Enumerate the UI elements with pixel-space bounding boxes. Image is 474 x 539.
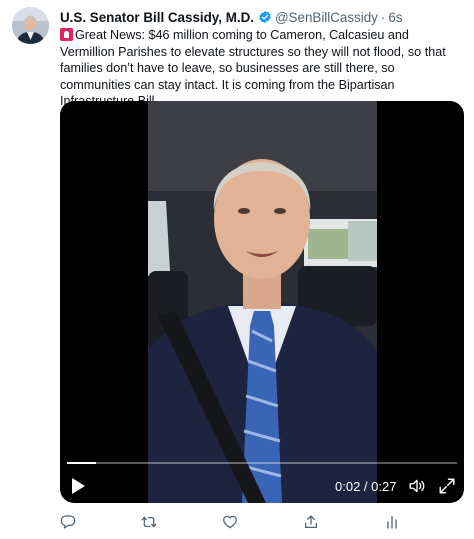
share-icon[interactable] — [303, 514, 319, 530]
video-progress-bar[interactable] — [67, 462, 457, 464]
siren-emoji-icon — [60, 28, 73, 41]
tweet-body: Great News: $46 million coming to Camero… — [60, 28, 446, 108]
verified-badge-icon — [258, 10, 272, 24]
tweet-timestamp[interactable]: 6s — [388, 10, 402, 25]
analytics-icon[interactable] — [384, 514, 400, 530]
tweet-header: U.S. Senator Bill Cassidy, M.D. @SenBill… — [60, 8, 462, 26]
tweet-text: Great News: $46 million coming to Camero… — [60, 27, 464, 110]
video-frame — [148, 101, 377, 503]
separator-dot: · — [380, 9, 386, 25]
video-progress-fill — [67, 462, 96, 464]
play-icon[interactable] — [70, 477, 86, 495]
tweet: U.S. Senator Bill Cassidy, M.D. @SenBill… — [0, 0, 474, 539]
video-player[interactable]: 0:02 / 0:27 — [60, 101, 464, 503]
reply-icon[interactable] — [60, 514, 76, 530]
fullscreen-icon[interactable] — [438, 477, 456, 495]
author-name[interactable]: U.S. Senator Bill Cassidy, M.D. — [60, 10, 254, 25]
avatar[interactable] — [12, 7, 49, 44]
tweet-actions — [60, 514, 464, 532]
author-handle[interactable]: @SenBillCassidy — [275, 10, 378, 25]
volume-icon[interactable] — [408, 477, 426, 495]
retweet-icon[interactable] — [141, 514, 157, 530]
video-time-readout: 0:02 / 0:27 — [335, 479, 397, 494]
heart-icon[interactable] — [222, 514, 238, 530]
